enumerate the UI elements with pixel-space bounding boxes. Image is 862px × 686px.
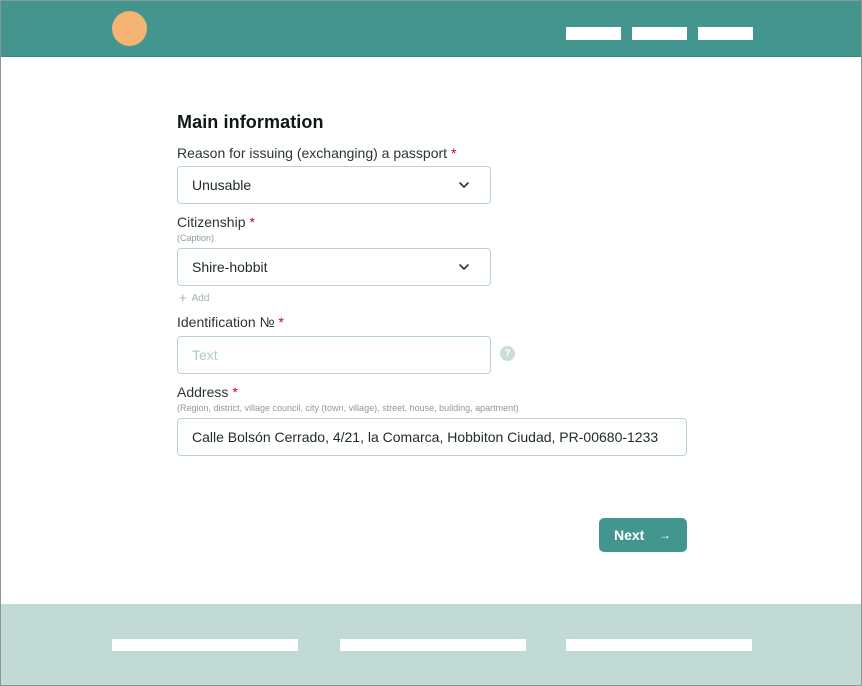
footer-link-1[interactable]: [112, 639, 298, 651]
identification-label-text: Identification №: [177, 314, 275, 330]
help-icon[interactable]: ?: [500, 346, 515, 361]
next-button-label: Next: [614, 527, 645, 543]
nav-item-2[interactable]: [632, 27, 687, 40]
address-value: Calle Bolsón Cerrado, 4/21, la Comarca, …: [192, 429, 659, 445]
reason-select-value: Unusable: [192, 177, 252, 193]
arrow-right-icon: →: [659, 528, 671, 542]
section-title: Main information: [177, 112, 324, 132]
nav-item-3[interactable]: [698, 27, 753, 40]
logo[interactable]: [112, 11, 147, 46]
footer: [1, 604, 861, 685]
add-citizenship-link[interactable]: + Add: [179, 289, 210, 305]
address-label-text: Address: [177, 384, 229, 400]
nav-item-1[interactable]: [566, 27, 621, 40]
required-mark: *: [232, 384, 238, 400]
reason-select[interactable]: Unusable: [177, 166, 491, 204]
chevron-down-icon: [459, 182, 469, 188]
reason-label: Reason for issuing (exchanging) a passpo…: [177, 145, 457, 161]
address-caption: (Region, district, village council, city…: [177, 403, 519, 413]
citizenship-select-value: Shire-hobbit: [192, 259, 268, 275]
identification-placeholder: Text: [192, 347, 218, 363]
reason-label-text: Reason for issuing (exchanging) a passpo…: [177, 145, 448, 161]
address-label: Address *: [177, 384, 238, 400]
identification-input[interactable]: Text: [177, 336, 491, 374]
identification-label: Identification № *: [177, 314, 284, 330]
add-citizenship-label: Add: [191, 293, 210, 304]
required-mark: *: [249, 214, 255, 230]
chevron-down-icon: [459, 264, 469, 270]
top-header: [1, 1, 861, 57]
citizenship-label: Citizenship *: [177, 214, 255, 230]
citizenship-label-text: Citizenship: [177, 214, 246, 230]
next-button[interactable]: Next →: [599, 518, 687, 552]
required-mark: *: [278, 314, 284, 330]
citizenship-select[interactable]: Shire-hobbit: [177, 248, 491, 286]
required-mark: *: [451, 145, 457, 161]
plus-icon: +: [179, 290, 187, 305]
citizenship-caption: (Caption): [177, 233, 215, 243]
address-input[interactable]: Calle Bolsón Cerrado, 4/21, la Comarca, …: [177, 418, 687, 456]
footer-link-2[interactable]: [340, 639, 526, 651]
footer-link-3[interactable]: [566, 639, 752, 651]
